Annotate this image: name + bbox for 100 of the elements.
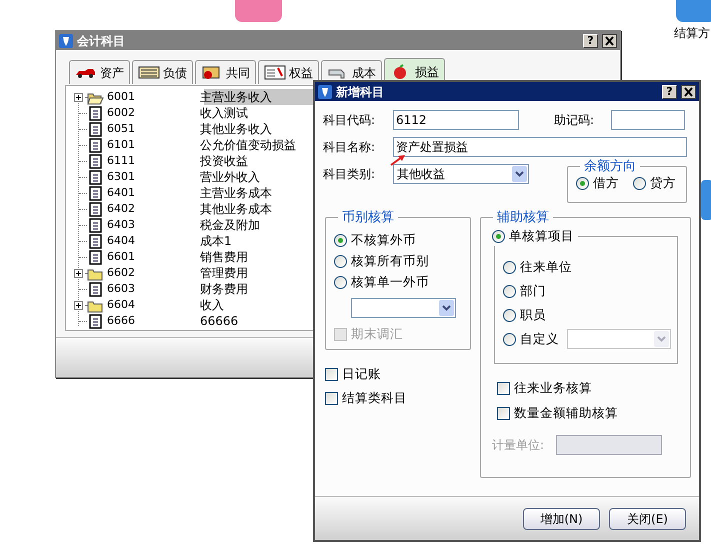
group-title: 单核算项目 [509,226,574,245]
account-name[interactable]: 成本1 [200,232,232,250]
radio-button[interactable] [503,260,516,274]
document-icon [87,154,104,168]
account-code[interactable]: 6101 [104,136,200,154]
mnemonic-field[interactable] [611,110,685,130]
radio-button[interactable] [503,308,516,322]
document-icon [87,106,104,120]
help-button[interactable]: ? [662,84,677,98]
unit-field[interactable] [556,435,662,455]
field-label: 科目代码: [323,112,376,129]
document-icon [87,202,104,216]
checkbox[interactable] [497,407,510,420]
field-label: 科目名称: [323,139,376,156]
document-icon [87,138,104,152]
account-name[interactable]: 管理费用 [200,264,248,282]
tab[interactable]: 资产 [69,60,130,84]
desktop-icon-label[interactable]: 结算方 [674,24,710,42]
account-code[interactable]: 6601 [104,248,200,266]
account-code[interactable]: 6403 [104,216,200,234]
code-field[interactable]: 6112 [393,110,519,130]
checkbox[interactable] [325,392,338,404]
option-label: 部门 [520,282,546,300]
account-name[interactable]: 主营业务收入 [200,88,272,106]
dialog-button[interactable]: 增加(N) [523,508,600,530]
option-label: 期末调汇 [351,324,403,343]
tab[interactable]: 权益 [258,60,319,84]
option-label: 贷方 [650,174,676,192]
account-code[interactable]: 6401 [104,184,200,202]
tab[interactable]: 负债 [132,60,193,84]
field-label: 科目类别: [323,166,376,183]
option-label: 往来业务核算 [514,379,592,398]
card-icon [138,65,160,80]
option-label: 核算单一外币 [351,273,429,292]
account-code[interactable]: 6666 [104,312,200,330]
account-name[interactable]: 主营业务成本 [200,184,272,202]
radio-button[interactable] [633,176,646,190]
document-icon [87,122,104,136]
account-code[interactable]: 6051 [104,120,200,138]
radio-button[interactable] [334,276,347,289]
account-code[interactable]: 6111 [104,152,200,170]
field-label: 计量单位: [492,437,544,454]
dialog-button[interactable]: 关闭(E) [609,508,686,530]
document-icon [87,314,104,328]
account-name[interactable]: 66666 [200,312,238,330]
account-name[interactable]: 营业外收入 [200,168,260,186]
account-name[interactable]: 收入测试 [200,104,248,122]
name-field[interactable]: 资产处置损益 [393,137,687,157]
radio-button[interactable] [503,332,516,346]
close-icon[interactable] [602,34,617,48]
option-label: 数量金额辅助核算 [514,404,618,422]
account-code[interactable]: 6402 [104,200,200,218]
group-title: 币别核算 [341,211,395,224]
account-name[interactable]: 其他业务收入 [200,120,272,138]
account-name[interactable]: 公允价值变动损益 [200,136,296,154]
radio-button[interactable] [334,234,347,247]
tab[interactable]: 共同 [195,60,256,84]
arrow-icon [390,154,406,166]
option-label: 核算所有币别 [351,252,429,270]
window-title: 新增科目 [336,84,385,100]
radio-button[interactable] [334,255,347,268]
currency-select[interactable] [351,298,456,318]
option-label: 借方 [593,174,619,192]
account-name[interactable]: 其他业务成本 [200,200,272,218]
radio-button[interactable] [576,176,589,190]
account-code[interactable]: 6602 [104,264,200,282]
expand-icon[interactable] [74,92,83,102]
option-label: 职员 [520,306,546,324]
checkbox[interactable] [325,368,338,380]
option-label: 日记账 [342,364,381,383]
option-label: 自定义 [520,330,559,348]
checkbox[interactable] [497,382,510,395]
account-name[interactable]: 财务费用 [200,280,248,298]
account-name[interactable]: 销售费用 [200,248,248,266]
expand-icon[interactable] [74,300,83,310]
account-name[interactable]: 投资收益 [200,152,248,170]
document-icon [87,186,104,200]
certificate-icon [264,65,286,80]
document-icon [87,282,104,296]
account-code[interactable]: 6404 [104,232,200,250]
account-name[interactable]: 税金及附加 [200,216,260,234]
document-icon [87,234,104,248]
document-icon [87,218,104,232]
radio-button[interactable] [503,284,516,298]
help-button[interactable]: ? [583,34,598,48]
group-title: 辅助核算 [496,211,550,224]
account-code[interactable]: 6301 [104,168,200,186]
account-code[interactable]: 6002 [104,104,200,122]
app-logo-icon [318,84,332,98]
category-select[interactable]: 其他收益 [393,164,529,184]
option-label: 结算类科目 [342,388,407,407]
window-title: 会计科目 [77,32,126,50]
account-code[interactable]: 6001 [104,88,200,106]
radio-button[interactable] [492,230,505,242]
account-name[interactable]: 收入 [200,296,224,314]
account-code[interactable]: 6603 [104,280,200,298]
expand-icon[interactable] [74,268,83,278]
close-icon[interactable] [681,84,696,98]
document-icon [87,250,104,264]
account-code[interactable]: 6604 [104,296,200,314]
